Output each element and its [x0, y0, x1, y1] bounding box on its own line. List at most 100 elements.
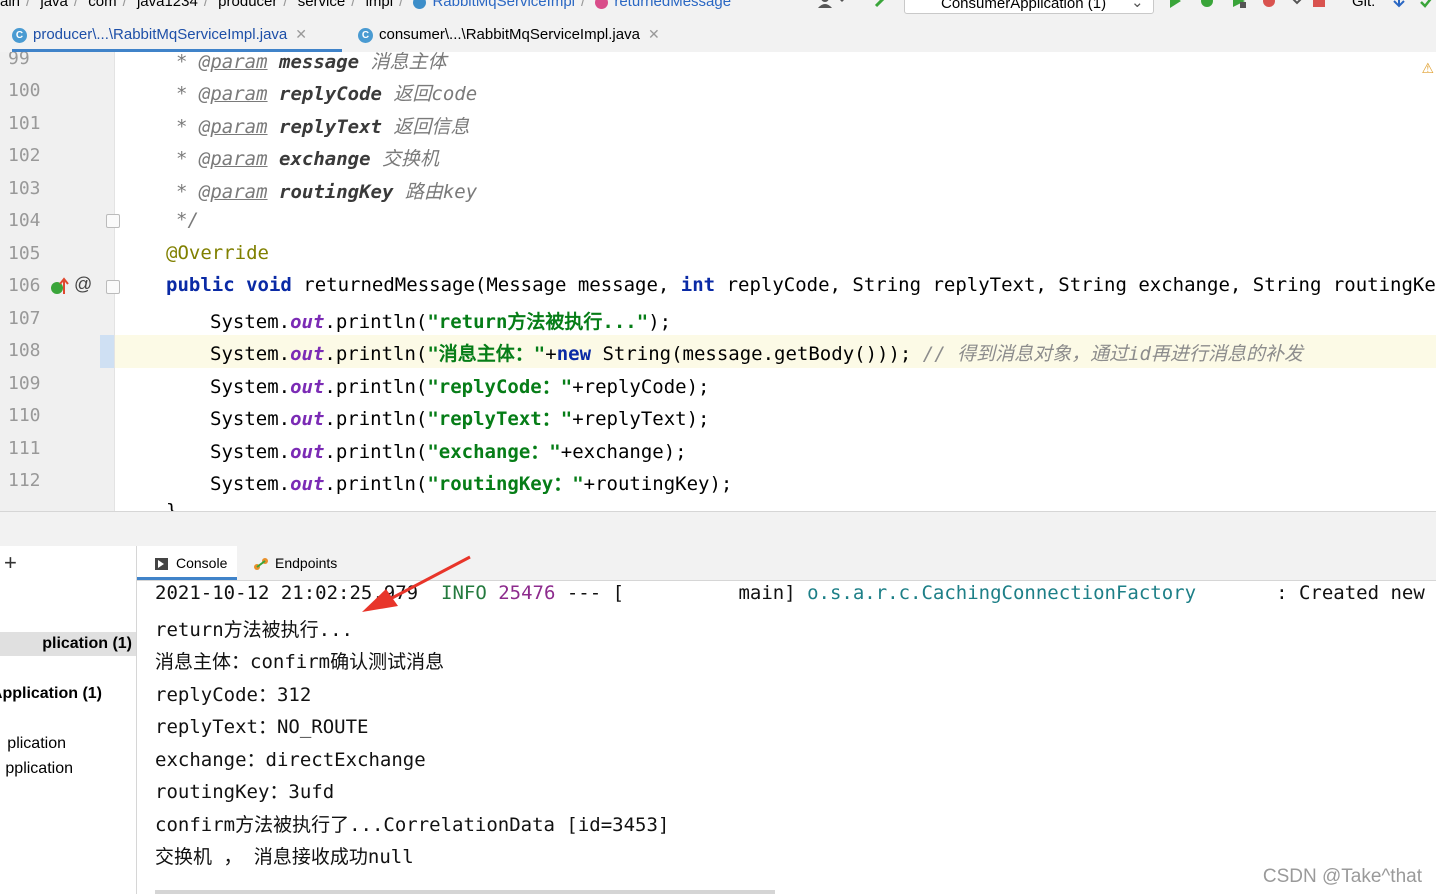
breadcrumb-class[interactable]: RabbitMqServiceImpl	[432, 0, 575, 10]
chevron-down-icon: ⌄	[1131, 0, 1144, 11]
tab-label: consumer\...\RabbitMqServiceImpl.java	[379, 26, 640, 43]
close-icon[interactable]: ✕	[648, 26, 660, 42]
code-line-101: * @param replyText 返回信息	[176, 116, 470, 138]
session-item[interactable]: pplication	[0, 757, 136, 781]
code-line-105: @Override	[166, 242, 269, 264]
class-icon	[413, 0, 427, 9]
output-line: confirm方法被执行了...CorrelationData [id=3453…	[155, 814, 670, 836]
endpoints-icon	[254, 558, 268, 571]
console-tabs: Console Endpoints	[137, 546, 1436, 581]
class-icon: C	[12, 27, 27, 43]
code-editor[interactable]: 99 100 101 102 103 104 105 106 107 108 1…	[0, 52, 1436, 511]
tab-console[interactable]: Console	[137, 546, 237, 580]
run-configuration-select[interactable]: ConsumerApplication (1) ⌄	[904, 0, 1154, 14]
breadcrumb-separator: /	[73, 0, 79, 10]
session-item[interactable]: plication (1)	[0, 632, 136, 656]
breadcrumb-item[interactable]: producer	[218, 0, 277, 10]
git-commit-icon[interactable]	[1420, 0, 1434, 8]
editor-tabs: Cproducer\...\RabbitMqServiceImpl.java ✕ …	[0, 16, 1436, 53]
breadcrumb-separator: /	[581, 0, 586, 10]
line-number: 111	[8, 438, 41, 459]
code-line-108: System.out.println("消息主体："+new String(me…	[210, 343, 1303, 365]
code-line-107: System.out.println("return方法被执行...");	[210, 311, 672, 333]
warning-icon[interactable]: ⚠	[1421, 60, 1434, 77]
line-number: 104	[8, 210, 41, 231]
line-number: 107	[8, 308, 41, 329]
code-line-112: System.out.println("routingKey："+routing…	[210, 473, 733, 495]
stop-icon[interactable]	[1312, 0, 1326, 8]
line-number: 108	[8, 340, 41, 361]
output-line: exchange：directExchange	[155, 749, 426, 771]
breadcrumb-separator: /	[26, 0, 31, 10]
fold-marker-icon[interactable]	[106, 280, 120, 294]
method-icon	[595, 0, 609, 9]
line-number: 100	[8, 80, 41, 101]
breadcrumb-item[interactable]: impl	[366, 0, 394, 10]
close-icon[interactable]: ✕	[295, 26, 307, 42]
git-update-icon[interactable]	[1392, 0, 1406, 8]
breadcrumb-separator: /	[122, 0, 127, 10]
line-number: 105	[8, 243, 41, 264]
implements-method-icon[interactable]	[50, 276, 70, 298]
line-number: 99	[8, 52, 30, 69]
breadcrumb-separator: /	[351, 0, 356, 10]
code-line-111: System.out.println("exchange："+exchange)…	[210, 441, 687, 463]
breadcrumb-separator: /	[283, 0, 288, 10]
run-sessions-list: + plication (1) Application (1) plicatio…	[0, 546, 137, 894]
line-number: 112	[8, 470, 41, 491]
output-line: 消息主体：confirm确认测试消息	[155, 651, 445, 673]
add-button[interactable]: +	[4, 550, 17, 576]
code-line-113: }	[166, 500, 178, 511]
code-line-99: * @param message 消息主体	[176, 52, 447, 73]
output-line: 交换机 ， 消息接收成功null	[155, 846, 414, 868]
coverage-icon[interactable]	[1232, 0, 1246, 8]
output-line: replyCode：312	[155, 684, 312, 706]
class-icon: C	[358, 27, 373, 43]
code-line-103: * @param routingKey 路由key	[176, 181, 478, 203]
breadcrumb-item[interactable]: ain	[0, 0, 20, 10]
session-item[interactable]: plication	[0, 732, 136, 756]
profile-icon[interactable]	[1262, 0, 1276, 8]
session-item[interactable]: Application (1)	[0, 682, 136, 706]
tab-label: producer\...\RabbitMqServiceImpl.java	[33, 26, 288, 43]
code-line-110: System.out.println("replyText："+replyTex…	[210, 408, 710, 430]
breadcrumb-item[interactable]: java	[40, 0, 68, 10]
code-line-100: * @param replyCode 返回code	[176, 83, 478, 105]
run-configuration-label: ConsumerApplication (1)	[941, 0, 1107, 12]
line-number: 110	[8, 405, 41, 426]
debug-icon[interactable]	[1200, 0, 1214, 8]
panel-splitter[interactable]	[0, 511, 1436, 547]
git-label: Git:	[1352, 0, 1376, 10]
code-line-106: public void returnedMessage(Message mess…	[166, 274, 1436, 296]
watermark: CSDN @Take^that	[1262, 866, 1422, 887]
breadcrumb-item[interactable]: java1234	[137, 0, 198, 10]
horizontal-scrollbar[interactable]	[155, 890, 775, 894]
fold-marker-icon[interactable]	[106, 214, 120, 228]
annotation-marker-icon[interactable]: @	[74, 274, 92, 295]
breadcrumb-method[interactable]: returnedMessage	[614, 0, 731, 10]
console-icon	[155, 558, 168, 571]
output-line: routingKey：3ufd	[155, 781, 335, 803]
breadcrumb-separator: /	[203, 0, 208, 10]
code-line-102: * @param exchange 交换机	[176, 148, 439, 170]
change-marker	[100, 335, 114, 368]
breadcrumb-item[interactable]: service	[298, 0, 346, 10]
tab-endpoints[interactable]: Endpoints	[253, 546, 337, 580]
breadcrumb-separator: /	[399, 0, 404, 10]
breadcrumb-item[interactable]: com	[88, 0, 116, 10]
chevron-down-icon[interactable]	[1290, 0, 1304, 8]
line-number: 106	[8, 275, 41, 296]
run-icon[interactable]	[1168, 0, 1182, 8]
output-line: return方法被执行...	[155, 619, 353, 641]
line-number: 101	[8, 113, 41, 134]
line-number: 103	[8, 178, 41, 199]
tab-producer-rabbitmqserviceimpl[interactable]: Cproducer\...\RabbitMqServiceImpl.java ✕	[12, 16, 342, 52]
log-line: 2021-10-12 21:02:25.979 INFO 25476 --- […	[155, 582, 1425, 604]
build-hammer-icon[interactable]	[874, 0, 888, 8]
user-dropdown-icon[interactable]	[816, 0, 846, 8]
console-output[interactable]: 2021-10-12 21:02:25.979 INFO 25476 --- […	[155, 581, 1436, 894]
output-line: replyText：NO_ROUTE	[155, 716, 369, 738]
tab-consumer-rabbitmqserviceimpl[interactable]: Cconsumer\...\RabbitMqServiceImpl.java ✕	[358, 16, 660, 52]
run-tool-window: + plication (1) Application (1) plicatio…	[0, 546, 1436, 894]
navigation-bar: ain / java / com / java1234 / producer / serv…	[0, 0, 1436, 16]
